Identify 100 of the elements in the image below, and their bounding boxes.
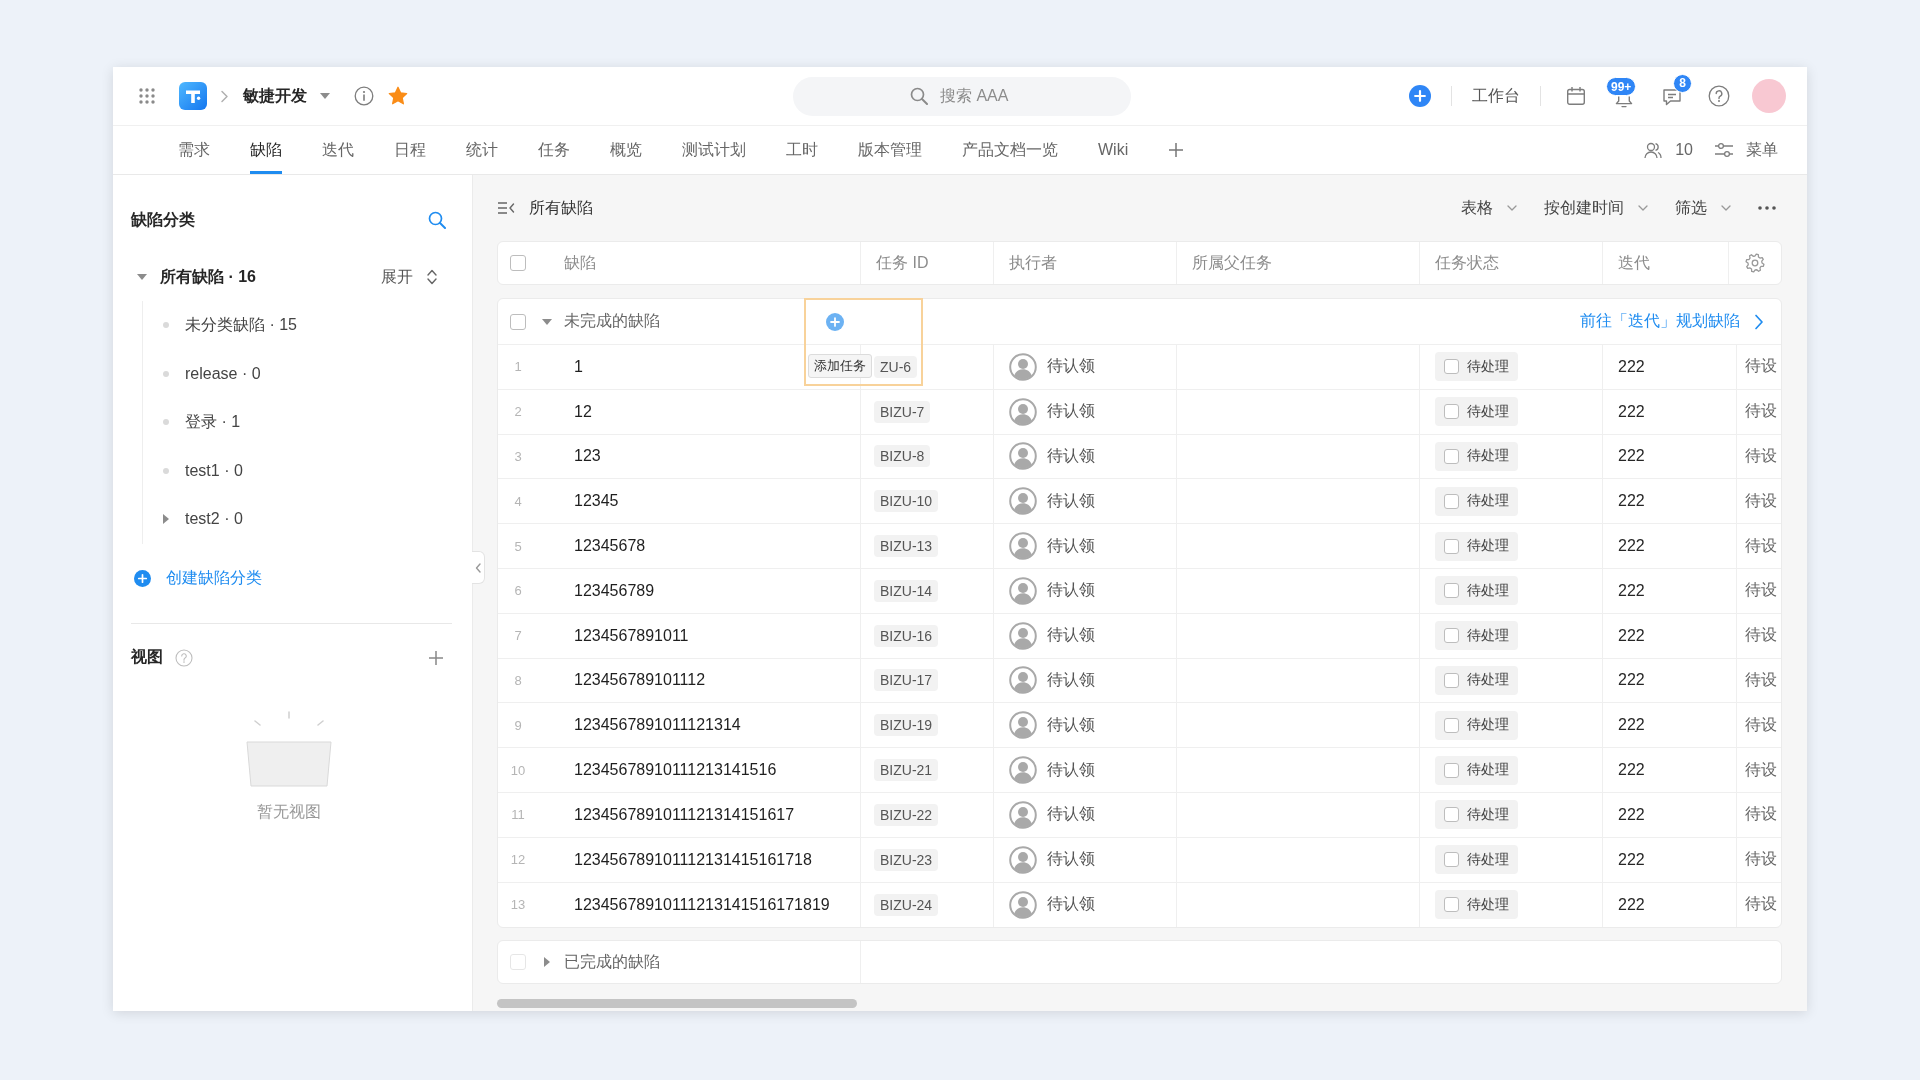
assignee-name[interactable]: 待认领 [1047,759,1095,781]
assignee-name[interactable]: 待认领 [1047,849,1095,871]
defect-title[interactable]: 1 [574,357,583,376]
tab[interactable]: 工时 [786,126,818,174]
status-checkbox[interactable] [1444,583,1459,599]
menu-button[interactable]: 菜单 [1714,139,1778,161]
select-all-checkbox[interactable] [510,255,526,271]
more-icon[interactable] [1758,206,1776,210]
status-checkbox[interactable] [1444,493,1459,509]
status-checkbox[interactable] [1444,807,1459,823]
add-icon[interactable] [1409,85,1431,107]
app-logo-icon[interactable] [179,82,207,110]
status-checkbox[interactable] [1444,762,1459,778]
workbench-button[interactable]: 工作台 [1472,85,1520,107]
tab[interactable]: 测试计划 [682,126,746,174]
status-chip[interactable]: 待处理 [1435,890,1518,920]
group-title[interactable]: 未完成的缺陷 [564,311,660,332]
status-chip[interactable]: 待处理 [1435,486,1518,516]
create-category-button[interactable]: 创建缺陷分类 [134,567,262,589]
dropdown-button[interactable]: 按创建时间 [1544,197,1648,219]
assignee-name[interactable]: 待认领 [1047,580,1095,602]
assignee-name[interactable]: 待认领 [1047,894,1095,916]
info-icon[interactable] [354,86,374,106]
tab[interactable]: 需求 [178,126,210,174]
status-chip[interactable]: 待处理 [1435,397,1518,427]
tab[interactable]: 任务 [538,126,570,174]
project-name[interactable]: 敏捷开发 [243,85,307,107]
status-checkbox[interactable] [1444,852,1459,868]
caret-down-icon[interactable] [137,274,147,280]
tree-item[interactable]: 所有缺陷 · 16 [160,266,256,288]
chat-icon[interactable] [1662,86,1682,106]
scrollbar-thumb[interactable] [497,999,857,1009]
plan-link[interactable]: 前往「迭代」规划缺陷 [1580,311,1764,332]
defect-title[interactable]: 123456789101112 [574,671,706,690]
defect-title[interactable]: 1234567891011121314151617 [574,805,795,824]
avatar-icon[interactable] [1752,79,1786,113]
status-checkbox[interactable] [1444,628,1459,644]
status-chip[interactable]: 待处理 [1435,352,1518,382]
search-field[interactable]: 搜索 AAA [793,76,1131,116]
defect-title[interactable]: 12345678910111213141516171819 [574,895,830,914]
tree-item[interactable]: 未分类缺陷 · 15 [185,314,297,336]
calendar-icon[interactable] [1566,86,1586,106]
status-chip[interactable]: 待处理 [1435,845,1518,875]
assignee-name[interactable]: 待认领 [1047,446,1095,467]
assignee-name[interactable]: 待认领 [1047,669,1095,691]
defect-title[interactable]: 12345678 [574,537,646,556]
dropdown-button[interactable]: 表格 [1461,197,1517,219]
status-chip[interactable]: 待处理 [1435,442,1518,471]
status-chip[interactable]: 待处理 [1435,665,1518,695]
tree-item[interactable]: test1 · 0 [185,461,243,480]
assignee-name[interactable]: 待认领 [1047,804,1095,826]
tab[interactable]: 统计 [466,126,498,174]
search-icon[interactable] [428,211,446,229]
status-checkbox[interactable] [1444,359,1459,375]
assignee-name[interactable]: 待认领 [1047,490,1095,512]
add-icon[interactable] [428,649,444,666]
defect-title[interactable]: 123 [574,447,601,466]
apps-grid-icon[interactable] [138,87,156,105]
collapse-sidebar-button[interactable] [472,551,485,584]
column-header[interactable]: 所属父任务 [1192,252,1272,274]
status-checkbox[interactable] [1444,672,1459,688]
tree-item[interactable]: release · 0 [185,364,261,383]
tree-item[interactable]: 登录 · 1 [185,411,241,433]
assignee-name[interactable]: 待认领 [1047,625,1095,647]
tab[interactable]: 产品文档一览 [962,126,1058,174]
defect-title[interactable]: 1234567891011 [574,626,689,645]
tab[interactable]: 版本管理 [858,126,922,174]
defect-title[interactable]: 12345678910111213141516 [574,761,777,780]
group-checkbox[interactable] [510,313,526,330]
tab[interactable]: 迭代 [322,126,354,174]
status-chip[interactable]: 待处理 [1435,576,1518,606]
caret-down-icon[interactable] [542,318,552,325]
help-icon[interactable] [1708,85,1730,107]
status-checkbox[interactable] [1444,717,1459,733]
tab[interactable]: 日程 [394,126,426,174]
status-checkbox[interactable] [1444,404,1459,420]
assignee-name[interactable]: 待认领 [1047,401,1095,423]
status-chip[interactable]: 待处理 [1435,710,1518,740]
status-chip[interactable]: 待处理 [1435,755,1518,785]
defect-title[interactable]: 12345 [574,492,619,511]
assignee-name[interactable]: 待认领 [1047,714,1095,736]
tree-item[interactable]: test2 · 0 [185,510,243,529]
bell-icon[interactable] [1614,96,1634,108]
defect-title[interactable]: 123456789101112131415161718 [574,850,812,869]
assignee-name[interactable]: 待认领 [1047,535,1095,557]
caret-down-icon[interactable] [320,93,330,99]
settings-icon[interactable] [1745,253,1765,273]
defect-title[interactable]: 1234567891011121314 [574,716,741,735]
defect-title[interactable]: 123456789 [574,581,655,600]
help-icon[interactable] [175,648,193,667]
members-button[interactable]: 10 [1643,140,1693,160]
expand-all-button[interactable]: 展开 [381,266,438,288]
defect-title[interactable]: 12 [574,402,592,421]
column-header[interactable]: 迭代 [1618,252,1650,274]
dropdown-button[interactable]: 筛选 [1675,197,1731,219]
tab[interactable]: Wiki [1098,126,1129,174]
status-chip[interactable]: 待处理 [1435,800,1518,830]
menu-fold-icon[interactable] [497,201,515,215]
status-chip[interactable]: 待处理 [1435,531,1518,561]
add-icon[interactable] [826,312,844,331]
